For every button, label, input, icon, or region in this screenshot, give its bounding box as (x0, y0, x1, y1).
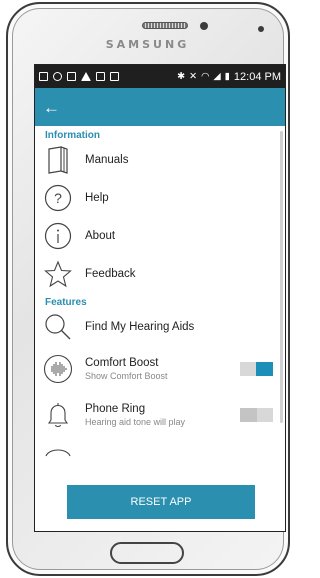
reset-app-button[interactable]: RESET APP (67, 485, 255, 519)
warning-icon (81, 72, 91, 81)
list-item-phone-ring[interactable]: Phone Ring Hearing aid tone will play (35, 392, 285, 438)
status-system-icons: ✱ ✕ ◠ ◢ ▮ 12:04 PM (177, 71, 281, 83)
section-header-information: Information (45, 130, 100, 141)
toggle-knob (256, 362, 273, 376)
link-icon (53, 72, 62, 81)
device-brand: SAMSUNG (105, 38, 190, 51)
status-bar: ✱ ✕ ◠ ◢ ▮ 12:04 PM (35, 65, 285, 88)
settings-list: Information Manuals ? Help About Feedbac… (35, 126, 285, 476)
section-header-features: Features (45, 297, 87, 308)
list-item-label: Phone Ring (85, 403, 146, 415)
list-item-label: Comfort Boost (85, 357, 159, 369)
soundwave-icon (43, 354, 73, 384)
star-icon (43, 259, 73, 289)
list-item-texts: Comfort Boost Show Comfort Boost (85, 357, 168, 381)
speaker-grille (142, 22, 188, 29)
image-icon (67, 72, 76, 81)
home-button[interactable] (110, 542, 184, 564)
message-icon (39, 72, 48, 81)
list-item-texts: Phone Ring Hearing aid tone will play (85, 403, 185, 427)
question-icon: ? (43, 183, 73, 213)
list-item-manuals[interactable]: Manuals (35, 141, 285, 179)
signal-icon: ◢ (213, 71, 221, 82)
mute-icon: ✕ (189, 71, 198, 82)
search-icon (43, 312, 73, 342)
list-item-comfort-boost[interactable]: Comfort Boost Show Comfort Boost (35, 346, 285, 392)
list-item-label: Feedback (85, 268, 136, 280)
book-icon (43, 145, 73, 175)
arrow-left-icon[interactable]: ← (43, 99, 60, 116)
scrollbar[interactable] (280, 131, 283, 423)
proximity-sensor (200, 22, 208, 30)
screen: ✱ ✕ ◠ ◢ ▮ 12:04 PM ← Information Manuals… (34, 64, 286, 532)
bell-icon (43, 400, 73, 430)
toggle-knob (240, 408, 257, 422)
list-item-label: Manuals (85, 154, 129, 166)
front-camera (258, 26, 264, 32)
wifi-icon: ◠ (201, 71, 210, 82)
list-item-find-hearing-aids[interactable]: Find My Hearing Aids (35, 308, 285, 346)
info-icon (43, 221, 73, 251)
phone-ring-toggle[interactable] (240, 408, 273, 422)
list-item-subtitle: Show Comfort Boost (85, 371, 168, 381)
lock-icon (110, 72, 119, 81)
list-item-help[interactable]: ? Help (35, 179, 285, 217)
list-item-label: Find My Hearing Aids (85, 321, 195, 333)
battery-icon: ▮ (224, 71, 230, 82)
comfort-boost-toggle[interactable] (240, 362, 273, 376)
list-item-label: Help (85, 192, 109, 204)
list-item-about[interactable]: About (35, 217, 285, 255)
list-item-label: About (85, 230, 116, 242)
status-time: 12:04 PM (233, 70, 281, 83)
lock-icon (96, 72, 105, 81)
list-item-subtitle: Hearing aid tone will play (85, 417, 186, 427)
bluetooth-icon: ✱ (177, 71, 186, 82)
list-item-feedback[interactable]: Feedback (35, 255, 285, 293)
svg-text:?: ? (54, 190, 62, 206)
app-bar: ← (35, 88, 285, 126)
status-notification-icons (39, 72, 177, 81)
